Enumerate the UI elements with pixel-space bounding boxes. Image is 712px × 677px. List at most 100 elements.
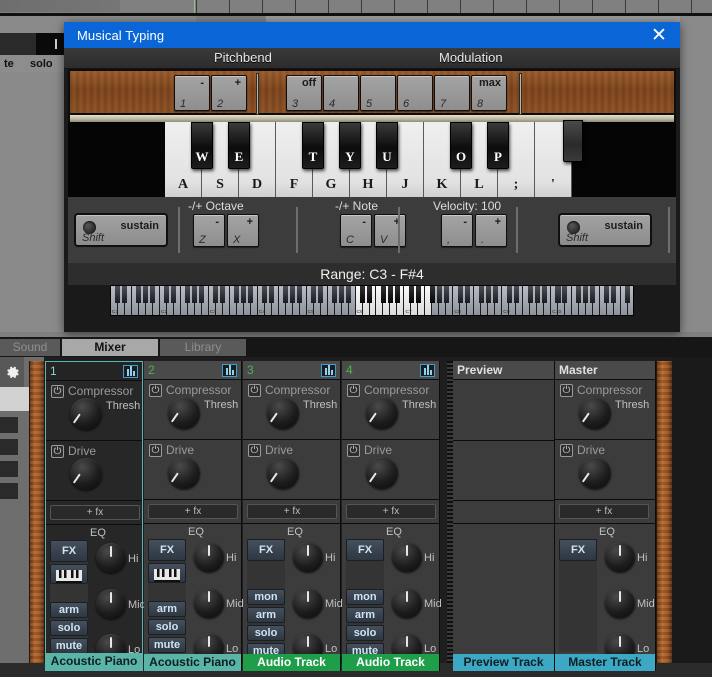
mixer-left-item[interactable] xyxy=(0,483,18,499)
mini-black-key[interactable] xyxy=(408,286,414,303)
eq-mid-knob[interactable] xyxy=(293,588,323,618)
mini-black-key[interactable] xyxy=(513,286,519,303)
fx-button[interactable]: FX xyxy=(559,539,597,561)
mini-black-key[interactable] xyxy=(576,286,582,303)
mini-black-key[interactable] xyxy=(283,286,289,303)
channel-strip-4[interactable]: 4 ⏻ Compressor Thresh ⏻ Drive + fx EQ FX mon arm so… xyxy=(342,361,442,671)
piano-keyboard[interactable]: A S D F G H J K L; ' W E T Y U O P xyxy=(68,120,676,197)
solo-button[interactable]: solo xyxy=(346,625,384,641)
mini-keyboard-overview[interactable]: C1 C2 C3 C4 C5 C6 C7 C8 C9 C10 xyxy=(110,285,634,316)
mini-black-key[interactable] xyxy=(590,286,596,303)
mini-black-key[interactable] xyxy=(185,286,191,303)
mini-black-key[interactable] xyxy=(492,286,498,303)
pitchbend-key-1[interactable]: -1 xyxy=(174,75,210,111)
eq-hi-knob[interactable] xyxy=(194,542,224,572)
eq-mid-knob[interactable] xyxy=(96,589,126,619)
black-key-W[interactable]: W xyxy=(191,122,213,169)
power-icon[interactable]: ⏻ xyxy=(347,444,360,457)
add-fx-button[interactable]: + fx xyxy=(247,504,337,519)
fx-button[interactable]: FX xyxy=(50,540,88,562)
power-icon[interactable]: ⏻ xyxy=(248,444,261,457)
channel-strip-1[interactable]: 1 ⏻ Compressor Thresh ⏻ Drive + fx EQ FX arm solo m… xyxy=(45,361,146,671)
track-name-label[interactable]: Acoustic Piano xyxy=(46,653,142,670)
mini-black-key[interactable] xyxy=(262,286,268,303)
compressor-knob[interactable] xyxy=(168,397,200,429)
mini-black-key[interactable] xyxy=(366,286,372,303)
mini-black-key[interactable] xyxy=(555,286,561,303)
channel-settings-icon[interactable] xyxy=(420,364,435,377)
mini-black-key[interactable] xyxy=(171,286,177,303)
channel-settings-icon[interactable] xyxy=(123,365,138,378)
tab-library[interactable]: Library xyxy=(160,339,246,356)
channel-strip-2[interactable]: 2 ⏻ Compressor Thresh ⏻ Drive + fx EQ FX arm solo m… xyxy=(144,361,244,671)
mini-black-key[interactable] xyxy=(604,286,610,303)
note-key-plus[interactable]: + V xyxy=(374,214,406,247)
power-icon[interactable]: ⏻ xyxy=(560,384,573,397)
eq-mid-knob[interactable] xyxy=(605,588,635,618)
drive-knob[interactable] xyxy=(168,457,200,489)
drive-knob[interactable] xyxy=(579,457,611,489)
mini-black-key[interactable] xyxy=(457,286,463,303)
mini-black-key[interactable] xyxy=(331,286,337,303)
mini-black-key[interactable] xyxy=(115,286,121,303)
mini-black-key[interactable] xyxy=(429,286,435,303)
mini-black-key[interactable] xyxy=(241,286,247,303)
add-fx-button[interactable]: + fx xyxy=(559,504,649,519)
track-name-label[interactable]: Audio Track xyxy=(342,654,439,671)
mini-black-key[interactable] xyxy=(436,286,442,303)
modulation-key-3[interactable]: off 3 xyxy=(286,75,322,111)
arm-button[interactable]: arm xyxy=(346,607,384,623)
black-key-T[interactable]: T xyxy=(302,122,324,169)
black-key-blank[interactable] xyxy=(563,120,583,162)
track-name-label[interactable]: Audio Track xyxy=(243,654,340,671)
mini-black-key[interactable] xyxy=(199,286,205,303)
mixer-left-item[interactable] xyxy=(0,461,18,477)
compressor-knob[interactable] xyxy=(70,398,102,430)
preview-channel-strip[interactable]: Preview Preview Track xyxy=(453,361,555,671)
mini-black-key[interactable] xyxy=(220,286,226,303)
mini-black-key[interactable] xyxy=(234,286,240,303)
eq-hi-knob[interactable] xyxy=(96,543,126,573)
mini-black-key[interactable] xyxy=(534,286,540,303)
power-icon[interactable]: ⏻ xyxy=(347,384,360,397)
solo-button[interactable]: solo xyxy=(50,620,88,636)
eq-hi-knob[interactable] xyxy=(605,542,635,572)
octave-key-minus[interactable]: -Z xyxy=(193,214,225,247)
modulation-key-7[interactable]: 7 xyxy=(434,75,470,111)
channel-strip-3[interactable]: 3 ⏻ Compressor Thresh ⏻ Drive + fx EQ FX mon arm so… xyxy=(243,361,343,671)
mini-black-key[interactable] xyxy=(359,286,365,303)
mini-black-key[interactable] xyxy=(625,286,631,303)
keyboard-icon[interactable] xyxy=(148,563,186,583)
add-fx-button[interactable]: + fx xyxy=(148,504,238,519)
gear-icon[interactable] xyxy=(0,357,24,387)
sustain-button-left[interactable]: sustain Shift xyxy=(74,213,168,247)
fx-button[interactable]: FX xyxy=(247,539,285,561)
octave-key-plus[interactable]: + X xyxy=(227,214,259,247)
master-track-name[interactable]: Master Track xyxy=(555,654,655,671)
drive-knob[interactable] xyxy=(70,458,102,490)
power-icon[interactable]: ⏻ xyxy=(248,384,261,397)
mini-black-key[interactable] xyxy=(310,286,316,303)
mini-black-key[interactable] xyxy=(562,286,568,303)
compressor-knob[interactable] xyxy=(579,397,611,429)
mini-black-key[interactable] xyxy=(338,286,344,303)
mini-black-key[interactable] xyxy=(345,286,351,303)
tab-mixer[interactable]: Mixer xyxy=(62,339,158,356)
modulation-key-8[interactable]: max 8 xyxy=(471,75,507,111)
mini-black-key[interactable] xyxy=(611,286,617,303)
solo-button[interactable]: solo xyxy=(148,619,186,635)
mute-button[interactable]: mute xyxy=(148,637,186,653)
mini-black-key[interactable] xyxy=(443,286,449,303)
mixer-left-item[interactable] xyxy=(0,417,18,433)
mini-black-key[interactable] xyxy=(296,286,302,303)
arm-button[interactable]: arm xyxy=(50,602,88,618)
pitchbend-key-2[interactable]: +2 xyxy=(211,75,247,111)
mini-black-key[interactable] xyxy=(143,286,149,303)
mini-black-key[interactable] xyxy=(478,286,484,303)
sustain-button-right[interactable]: sustain Shift xyxy=(558,213,652,247)
black-key-E[interactable]: E xyxy=(228,122,250,169)
mini-black-key[interactable] xyxy=(464,286,470,303)
arm-button[interactable]: arm xyxy=(247,607,285,623)
master-channel-strip[interactable]: Master ⏻ Compressor Thresh ⏻ Drive + fx EQ FX Hi M… xyxy=(555,361,656,671)
mini-black-key[interactable] xyxy=(248,286,254,303)
